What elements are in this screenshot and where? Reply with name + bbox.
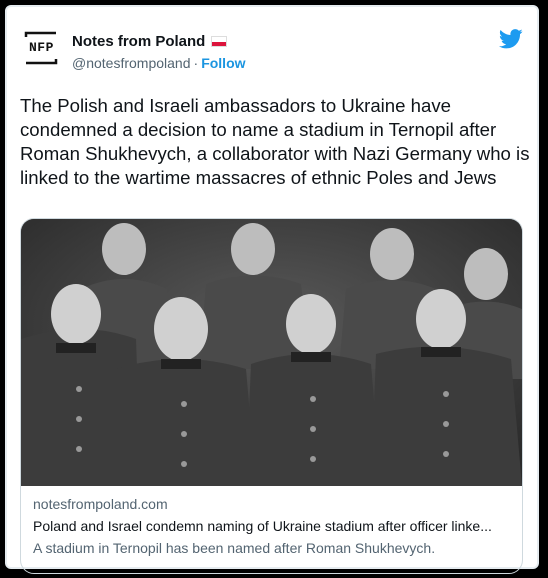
card-domain: notesfrompoland.com [33,496,168,512]
tweet-text: The Polish and Israeli ambassadors to Uk… [20,95,530,188]
card-meta: notesfrompoland.com Poland and Israel co… [33,496,512,556]
separator: · [193,55,199,71]
account-handle[interactable]: @notesfrompoland [72,55,191,71]
name-row: Notes from Poland [72,33,228,50]
link-card[interactable]: notesfrompoland.com Poland and Israel co… [20,218,523,574]
twitter-bird-icon[interactable] [499,29,523,49]
avatar[interactable]: NFP [20,27,62,69]
handle-row: @notesfrompoland · Follow [72,55,246,71]
display-name[interactable]: Notes from Poland [72,33,205,50]
card-title[interactable]: Poland and Israel condemn naming of Ukra… [33,518,512,534]
card-image[interactable] [21,219,522,486]
logo-text: NFP [29,40,54,55]
group-photo-image [21,219,522,486]
tweet-embed: NFP Notes from Poland @notesfrompoland · F… [5,5,539,574]
card-description: A stadium in Ternopil has been named aft… [33,540,436,556]
tweet-header: NFP Notes from Poland @notesfrompoland · F… [20,27,525,77]
follow-button[interactable]: Follow [201,55,245,71]
poland-flag-icon [211,36,228,47]
